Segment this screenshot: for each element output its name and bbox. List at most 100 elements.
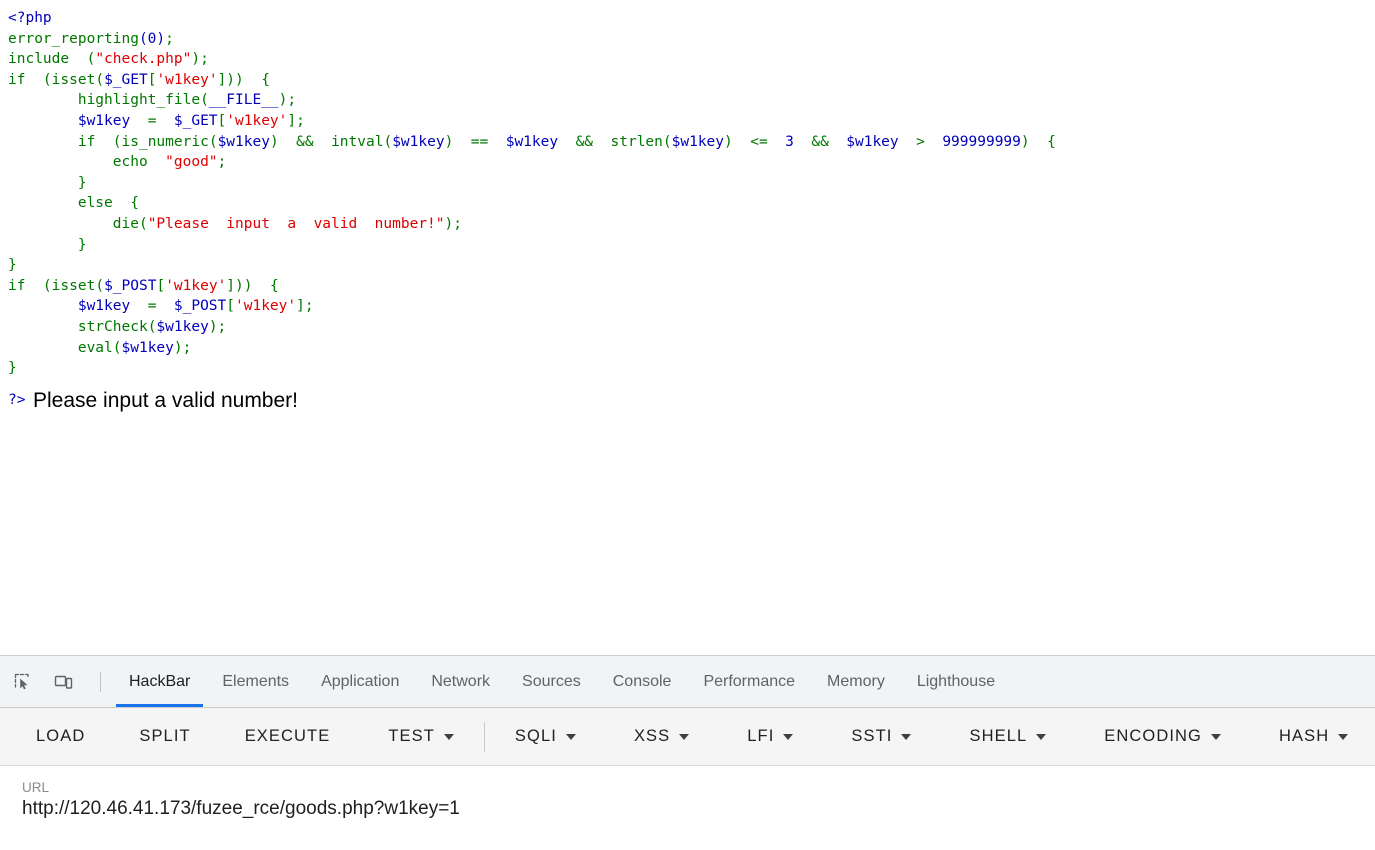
code-token: 'w1key' (165, 277, 227, 294)
code-line: eval($w1key); (8, 338, 1056, 359)
tab-memory[interactable]: Memory (811, 656, 901, 707)
code-token: ( (69, 51, 96, 68)
chevron-down-icon[interactable] (783, 733, 794, 740)
code-token: ) (724, 133, 733, 150)
code-token: $w1key (77, 112, 131, 129)
hackbar-button-label: SPLIT (139, 727, 191, 745)
code-token: isset (51, 277, 96, 294)
hackbar-button-label: HASH (1279, 727, 1330, 745)
toolbar-divider (100, 671, 101, 692)
code-token: "Please input a valid number!" (147, 215, 445, 232)
hackbar-hash-button[interactable]: HASH (1273, 719, 1354, 754)
inspect-element-icon[interactable] (10, 669, 36, 695)
hackbar-button-label: LOAD (36, 727, 86, 745)
code-line: } (8, 235, 1056, 256)
code-token: ( (200, 92, 209, 109)
hackbar-shell-button[interactable]: SHELL (963, 719, 1052, 754)
code-token: $w1key (77, 298, 131, 315)
hackbar-xss-button[interactable]: XSS (628, 719, 695, 754)
code-token: ( (95, 71, 105, 88)
code-token: die (112, 215, 139, 232)
code-token: 'w1key' (156, 71, 218, 88)
code-token: ( (112, 339, 122, 356)
code-token: ( (25, 71, 52, 88)
code-token: ) (269, 133, 279, 150)
hackbar-execute-button[interactable]: EXECUTE (239, 719, 337, 754)
code-token: $_GET (104, 71, 148, 88)
chevron-down-icon[interactable] (901, 733, 912, 740)
code-token: && (278, 133, 332, 150)
code-token: ] (296, 298, 305, 315)
code-token: = (130, 298, 174, 315)
code-token: [ (156, 277, 166, 294)
chevron-down-icon[interactable] (679, 733, 690, 740)
code-token: eval (77, 339, 113, 356)
tab-elements[interactable]: Elements (206, 656, 305, 707)
tab-hackbar[interactable]: HackBar (113, 656, 206, 707)
chevron-down-icon[interactable] (1338, 733, 1349, 740)
page-content: <?php error_reporting(0); include ("check.… (0, 0, 1375, 655)
code-token: $w1key (392, 133, 445, 150)
code-token: if (8, 277, 26, 294)
code-token: && (793, 133, 847, 150)
code-token: include (8, 51, 70, 68)
code-line: include ("check.php"); (8, 49, 1056, 70)
code-token: )) { (226, 71, 270, 88)
php-close-tag: ?> (8, 392, 26, 408)
chevron-down-icon[interactable] (565, 733, 576, 740)
url-input[interactable]: http://120.46.41.173/fuzee_rce/goods.php… (22, 798, 1375, 820)
code-token: $_POST (104, 277, 157, 294)
hackbar-url-section: URL http://120.46.41.173/fuzee_rce/goods… (0, 766, 1375, 820)
hackbar-lfi-button[interactable]: LFI (741, 719, 799, 754)
tab-application[interactable]: Application (305, 656, 415, 707)
code-token: 'w1key' (226, 112, 288, 129)
code-token: ] (217, 71, 227, 88)
code-token: $w1key (156, 318, 209, 335)
tab-console[interactable]: Console (597, 656, 688, 707)
hackbar-sqli-button[interactable]: SQLI (509, 719, 582, 754)
code-token: <?php (8, 10, 52, 26)
tab-sources[interactable]: Sources (506, 656, 597, 707)
hackbar-encoding-button[interactable]: ENCODING (1098, 719, 1227, 754)
code-token: ) (173, 339, 183, 356)
tab-lighthouse[interactable]: Lighthouse (901, 656, 1011, 707)
code-token: = (130, 112, 174, 129)
code-token: error_reporting (8, 30, 139, 47)
devtools-tab-bar: HackBar Elements Application Network Sources… (0, 656, 1375, 708)
code-token: [ (226, 298, 236, 315)
hackbar-split-button[interactable]: SPLIT (133, 719, 196, 754)
code-line: if (isset($_GET['w1key'])) { (8, 70, 1056, 91)
code-token: > (898, 133, 943, 150)
tab-label: Application (321, 672, 400, 690)
hackbar-test-button[interactable]: TEST (382, 719, 460, 754)
code-line: } (8, 173, 1056, 194)
code-token: ) (191, 51, 201, 68)
code-token: $w1key (217, 133, 270, 150)
hackbar-button-label: TEST (388, 727, 435, 745)
code-token: ( (208, 133, 218, 150)
hackbar-ssti-button[interactable]: SSTI (845, 719, 917, 754)
code-token: ; (296, 112, 305, 129)
device-toolbar-icon[interactable] (50, 669, 76, 695)
tab-performance[interactable]: Performance (687, 656, 811, 707)
chevron-down-icon[interactable] (1211, 733, 1221, 740)
tab-label: HackBar (129, 672, 191, 690)
hackbar-button-label: SSTI (851, 727, 893, 745)
code-token: $w1key (121, 339, 174, 356)
code-token: ; (217, 154, 227, 171)
tab-network[interactable]: Network (415, 656, 506, 707)
hackbar-load-button[interactable]: LOAD (30, 719, 91, 754)
chevron-down-icon[interactable] (1036, 733, 1047, 740)
code-token: $_GET (173, 112, 218, 129)
chevron-down-icon[interactable] (443, 733, 454, 740)
code-token: ( (383, 133, 393, 150)
inspect-element-icon-svg (14, 673, 29, 689)
